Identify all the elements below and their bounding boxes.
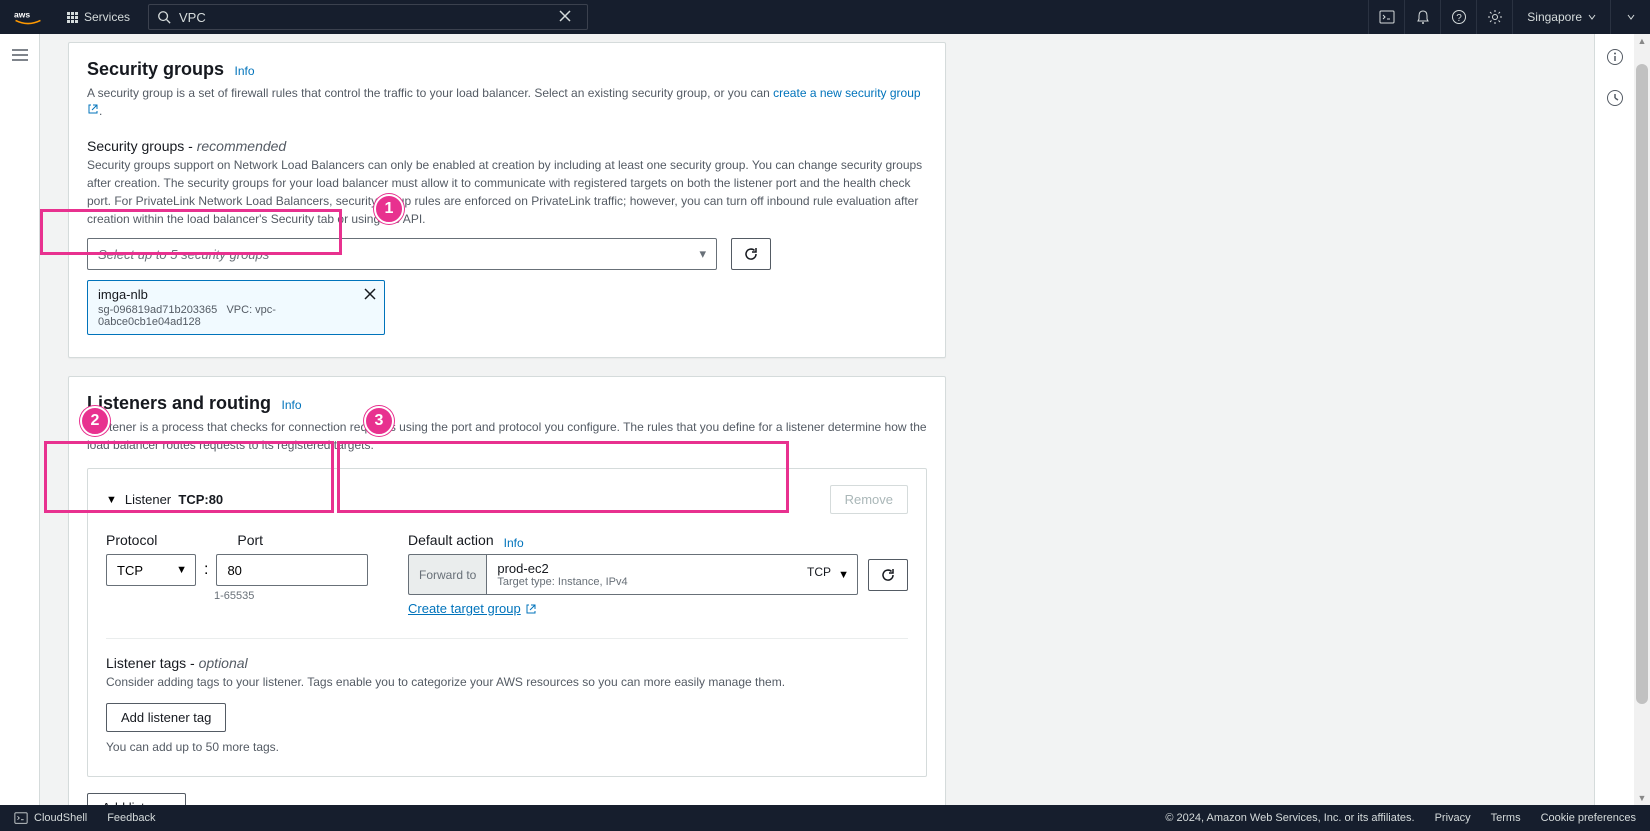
security-groups-select[interactable]: Select up to 5 security groups ▾ [87, 238, 717, 270]
terminal-icon [14, 811, 28, 825]
annotation-bubble-2: 2 [80, 406, 110, 436]
sg-token-remove[interactable] [364, 287, 376, 305]
terms-link[interactable]: Terms [1491, 812, 1521, 824]
caret-down-icon: ▼ [838, 569, 849, 581]
side-nav-toggle[interactable] [12, 48, 28, 805]
right-tools-panel [1594, 34, 1634, 805]
external-link-icon [525, 603, 537, 615]
security-groups-panel: Security groups Info A security group is… [68, 42, 946, 358]
port-input[interactable] [216, 554, 368, 586]
triangle-down-icon: ▼ [106, 494, 117, 506]
footer-bar: CloudShell Feedback © 2024, Amazon Web S… [0, 805, 1650, 831]
create-target-group-link[interactable]: Create target group [408, 601, 537, 616]
add-listener-button[interactable]: Add listener [87, 793, 186, 805]
help-icon: ? [1451, 9, 1467, 25]
listeners-panel: Listeners and routing Info A listener is… [68, 376, 946, 805]
help-button[interactable]: ? [1440, 0, 1476, 34]
panel-description: A listener is a process that checks for … [87, 418, 927, 454]
clock-panel-toggle[interactable] [1606, 89, 1624, 112]
privacy-link[interactable]: Privacy [1435, 812, 1471, 824]
port-label: Port [237, 532, 263, 548]
caret-down-icon [1588, 13, 1596, 21]
refresh-icon [880, 567, 896, 583]
info-link[interactable]: Info [234, 64, 254, 78]
external-link-icon [87, 103, 99, 115]
add-listener-tag-button[interactable]: Add listener tag [106, 703, 226, 732]
terminal-icon [1379, 9, 1395, 25]
info-icon [1606, 48, 1624, 66]
refresh-tg-button[interactable] [868, 559, 908, 591]
panel-title: Security groups [87, 59, 224, 80]
search-input[interactable] [179, 10, 543, 25]
side-nav-collapsed [0, 34, 40, 805]
scrollbar[interactable]: ▲ ▼ [1634, 34, 1650, 805]
sg-field-help: Security groups support on Network Load … [87, 156, 927, 228]
services-menu[interactable]: Services [55, 0, 142, 34]
annotation-bubble-1: 1 [374, 194, 404, 224]
close-icon [559, 10, 571, 22]
target-group-select[interactable]: prod-ec2 Target type: Instance, IPv4 TCP… [486, 554, 858, 595]
caret-down-icon [1627, 13, 1635, 21]
scroll-up-button[interactable]: ▲ [1634, 34, 1650, 48]
help-panel-toggle[interactable] [1606, 48, 1624, 71]
menu-icon [12, 48, 28, 62]
aws-logo[interactable]: aws [0, 0, 55, 34]
listener-toggle[interactable]: ▼ Listener TCP:80 [106, 492, 223, 507]
info-link[interactable]: Info [281, 398, 301, 412]
default-action-label: Default action [408, 532, 494, 548]
clock-icon [1606, 89, 1624, 107]
global-search[interactable] [148, 4, 588, 30]
svg-text:?: ? [1456, 13, 1462, 24]
colon-separator: : [204, 561, 208, 579]
remove-listener-button[interactable]: Remove [830, 485, 908, 514]
refresh-sg-button[interactable] [731, 238, 771, 270]
refresh-icon [743, 246, 759, 262]
bell-icon [1415, 9, 1431, 25]
info-link[interactable]: Info [504, 536, 524, 550]
account-selector[interactable] [1610, 0, 1650, 34]
svg-text:aws: aws [14, 10, 30, 20]
sg-token-name: imga-nlb [98, 287, 374, 302]
port-range-help: 1-65535 [214, 590, 386, 602]
selected-sg-token: imga-nlb sg-096819ad71b203365 VPC: vpc-0… [87, 280, 385, 335]
scrollbar-thumb[interactable] [1636, 64, 1648, 704]
annotation-bubble-3: 3 [364, 406, 394, 436]
caret-down-icon: ▼ [176, 564, 187, 576]
top-nav: aws Services ? Singapore [0, 0, 1650, 34]
protocol-label: Protocol [106, 532, 157, 548]
scroll-down-button[interactable]: ▼ [1634, 791, 1650, 805]
main-content: 1 2 3 Security groups Info A security gr… [40, 34, 1594, 805]
cloudshell-footer-button[interactable]: CloudShell [14, 811, 87, 825]
notifications-button[interactable] [1404, 0, 1440, 34]
settings-button[interactable] [1476, 0, 1512, 34]
panel-description: A security group is a set of firewall ru… [87, 84, 927, 120]
search-clear-button[interactable] [551, 10, 579, 25]
search-icon [157, 10, 171, 24]
listener-card: ▼ Listener TCP:80 Remove Protocol Port [87, 468, 927, 777]
copyright: © 2024, Amazon Web Services, Inc. or its… [1165, 812, 1414, 824]
cloudshell-icon-button[interactable] [1368, 0, 1404, 34]
grid-icon [67, 12, 78, 23]
sg-token-id: sg-096819ad71b203365 [98, 304, 217, 316]
caret-down-icon: ▾ [699, 246, 706, 262]
sg-field-label: Security groups - recommended [87, 138, 927, 154]
region-selector[interactable]: Singapore [1512, 0, 1610, 34]
protocol-select[interactable]: TCP ▼ [106, 554, 196, 586]
forward-to-label: Forward to [408, 554, 486, 595]
tags-remaining-help: You can add up to 50 more tags. [106, 738, 908, 756]
tags-help: Consider adding tags to your listener. T… [106, 673, 908, 691]
close-icon [364, 288, 376, 300]
feedback-link[interactable]: Feedback [107, 812, 155, 824]
services-label: Services [84, 10, 130, 24]
gear-icon [1487, 9, 1503, 25]
panel-title: Listeners and routing [87, 393, 271, 414]
cookie-prefs-link[interactable]: Cookie preferences [1541, 812, 1636, 824]
tags-label: Listener tags - optional [106, 655, 908, 671]
